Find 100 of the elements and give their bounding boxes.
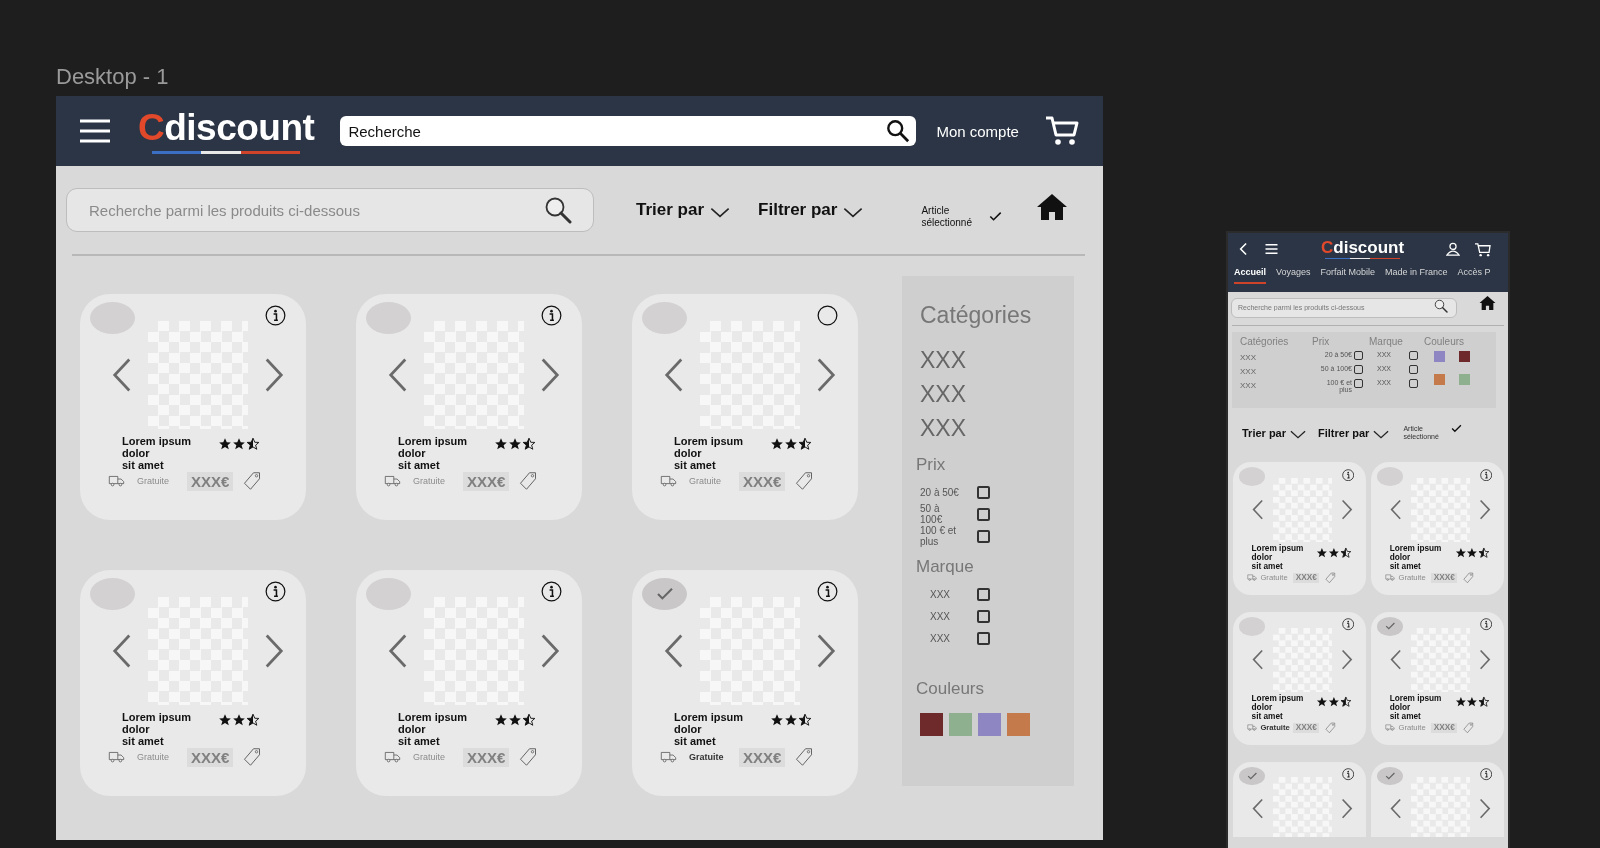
chevron-left-icon[interactable]	[1389, 649, 1402, 671]
chevron-right-icon[interactable]	[1479, 499, 1492, 521]
category-link[interactable]: XXX	[1240, 351, 1306, 365]
select-toggle[interactable]	[366, 302, 411, 334]
search-field[interactable]: Recherche parmi les produits ci-dessous	[66, 188, 594, 232]
category-link[interactable]: XXX	[920, 343, 1060, 377]
chevron-left-icon[interactable]	[1389, 499, 1402, 521]
info-icon[interactable]	[817, 581, 838, 602]
search-icon[interactable]	[886, 119, 911, 143]
filter-dropdown[interactable]: Filtrer par	[1318, 427, 1390, 439]
chevron-right-icon[interactable]	[1341, 649, 1354, 671]
chevron-right-icon[interactable]	[264, 357, 284, 393]
chevron-left-icon[interactable]	[1251, 649, 1264, 671]
chevron-left-icon[interactable]	[1389, 797, 1402, 820]
select-toggle[interactable]	[1238, 616, 1266, 636]
filter-dropdown[interactable]: Filtrer par	[758, 200, 864, 220]
color-swatch[interactable]	[920, 713, 943, 736]
checkbox[interactable]	[977, 507, 990, 521]
chevron-right-icon[interactable]	[1479, 649, 1492, 671]
select-toggle[interactable]	[642, 302, 687, 334]
search-field[interactable]: Recherche	[340, 116, 917, 146]
checkbox[interactable]	[1354, 351, 1363, 360]
product-card[interactable]: Lorem ipsum dolor sit amet Gratuite XXX€	[632, 294, 858, 520]
chevron-right-icon[interactable]	[540, 357, 560, 393]
sort-dropdown[interactable]: Trier par	[1242, 427, 1307, 439]
nav-tab[interactable]: Accueil	[1234, 267, 1266, 284]
color-swatch[interactable]	[949, 713, 972, 736]
cart-icon[interactable]	[1044, 115, 1079, 147]
nav-tab[interactable]: Accès P	[1457, 267, 1491, 284]
chevron-left-icon[interactable]	[388, 357, 408, 393]
checkbox[interactable]	[1409, 365, 1418, 374]
chevron-right-icon[interactable]	[1341, 797, 1354, 820]
color-swatch[interactable]	[1434, 351, 1445, 362]
nav-tab[interactable]: Made in France	[1385, 267, 1448, 284]
price-label: XXX€	[187, 747, 234, 767]
chevron-left-icon[interactable]	[388, 633, 408, 669]
color-swatch[interactable]	[1459, 351, 1470, 362]
checkbox[interactable]	[977, 609, 990, 623]
nav-tab[interactable]: Forfait Mobile	[1320, 267, 1376, 284]
select-toggle[interactable]	[1376, 616, 1404, 636]
checkbox[interactable]	[1354, 379, 1363, 388]
chevron-left-icon[interactable]	[1251, 499, 1264, 521]
checkbox[interactable]	[977, 529, 990, 543]
checkbox[interactable]	[977, 587, 990, 601]
chevron-right-icon[interactable]	[816, 633, 836, 669]
nav-tab[interactable]: Voyages	[1276, 267, 1311, 284]
chevron-left-icon[interactable]	[664, 633, 684, 669]
info-icon[interactable]	[265, 305, 286, 326]
chevron-right-icon[interactable]	[816, 357, 836, 393]
select-toggle[interactable]	[90, 578, 135, 610]
product-card[interactable]: Lorem ipsum dolor sit amet Gratuite XXX€	[356, 294, 582, 520]
category-link[interactable]: XXX	[1240, 365, 1306, 379]
checkbox[interactable]	[977, 631, 990, 645]
chevron-right-icon[interactable]	[264, 633, 284, 669]
chevron-left-icon[interactable]	[112, 633, 132, 669]
select-toggle[interactable]	[366, 578, 411, 610]
menu-icon[interactable]	[1264, 243, 1279, 255]
cart-icon[interactable]	[1474, 241, 1492, 257]
search-icon[interactable]	[544, 196, 572, 224]
checkbox[interactable]	[1354, 365, 1363, 374]
logo[interactable]: Cdiscount	[1321, 239, 1405, 259]
account-link[interactable]: Mon compte	[936, 122, 1019, 140]
checkbox[interactable]	[1409, 351, 1418, 360]
checkbox[interactable]	[977, 485, 990, 499]
chevron-right-icon[interactable]	[540, 633, 560, 669]
search-icon[interactable]	[1433, 299, 1449, 313]
back-icon[interactable]	[1238, 242, 1248, 256]
chevron-left-icon[interactable]	[112, 357, 132, 393]
checkbox[interactable]	[1409, 379, 1418, 388]
logo[interactable]: Cdiscount	[138, 108, 315, 154]
product-card[interactable]: Lorem ipsum dolor sit amet Gratuite XXX€	[356, 570, 582, 796]
product-card[interactable]: Lorem ipsum dolor sit amet Gratuite XXX€	[80, 570, 306, 796]
select-toggle[interactable]	[1376, 466, 1404, 486]
info-icon[interactable]	[541, 581, 562, 602]
info-icon[interactable]	[265, 581, 286, 602]
info-icon[interactable]	[541, 305, 562, 326]
sort-dropdown[interactable]: Trier par	[636, 200, 731, 220]
product-card[interactable]: Lorem ipsum dolor sit amet Gratuite XXX€	[632, 570, 858, 796]
select-toggle[interactable]	[1238, 766, 1266, 786]
color-swatch[interactable]	[978, 713, 1001, 736]
chevron-left-icon[interactable]	[664, 357, 684, 393]
select-toggle[interactable]	[642, 578, 687, 610]
circle-icon[interactable]	[817, 305, 838, 326]
home-icon[interactable]	[1479, 295, 1496, 311]
menu-icon[interactable]	[78, 118, 112, 144]
select-toggle[interactable]	[1376, 766, 1404, 786]
product-card[interactable]: Lorem ipsum dolor sit amet Gratuite XXX€	[80, 294, 306, 520]
category-link[interactable]: XXX	[920, 411, 1060, 445]
color-swatch[interactable]	[1007, 713, 1030, 736]
home-icon[interactable]	[1036, 193, 1069, 221]
category-link[interactable]: XXX	[920, 377, 1060, 411]
color-swatch[interactable]	[1459, 374, 1470, 385]
chevron-right-icon[interactable]	[1341, 499, 1354, 521]
user-icon[interactable]	[1446, 242, 1461, 256]
color-swatch[interactable]	[1434, 374, 1445, 385]
category-link[interactable]: XXX	[1240, 379, 1306, 393]
chevron-left-icon[interactable]	[1251, 797, 1264, 820]
chevron-right-icon[interactable]	[1479, 797, 1492, 820]
select-toggle[interactable]	[1238, 466, 1266, 486]
select-toggle[interactable]	[90, 302, 135, 334]
